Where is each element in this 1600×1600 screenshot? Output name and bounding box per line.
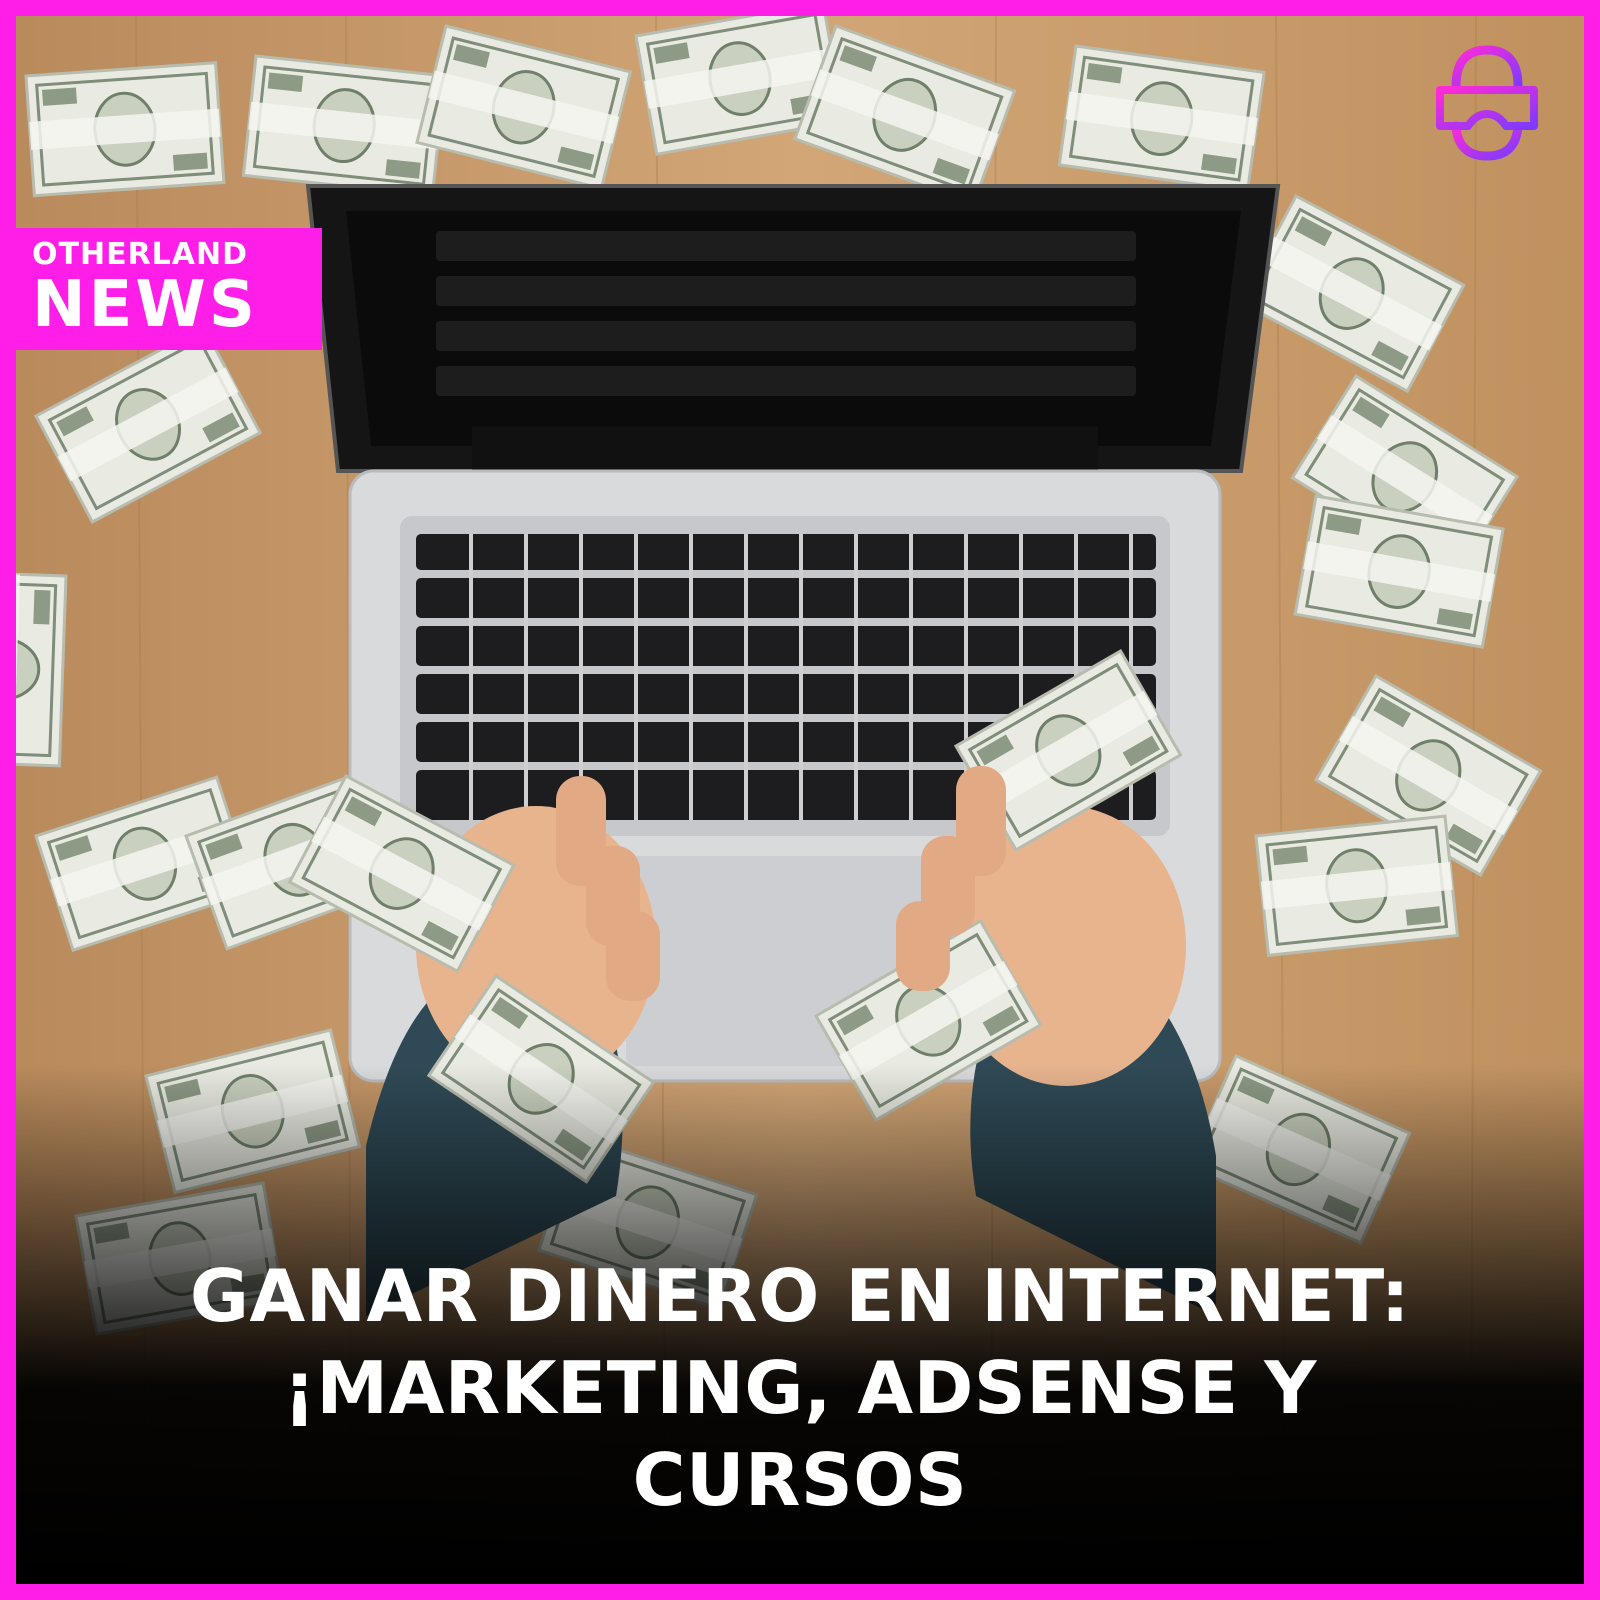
brand-name: OTHERLAND	[32, 237, 249, 272]
headline-line-3: CURSOS	[632, 1438, 968, 1522]
brand-badge: OTHERLAND NEWS	[16, 228, 322, 350]
headline-line-2: ¡MARKETING, ADSENSE Y	[283, 1346, 1317, 1430]
brand-section: NEWS	[32, 268, 258, 342]
vr-headset-icon	[1436, 45, 1538, 161]
headline-line-1: GANAR DINERO EN INTERNET:	[189, 1254, 1411, 1338]
post-frame: OTHERLAND NEWS GANAR DINERO EN INTERNET:…	[0, 0, 1600, 1600]
headline: GANAR DINERO EN INTERNET: ¡MARKETING, AD…	[16, 1250, 1584, 1526]
